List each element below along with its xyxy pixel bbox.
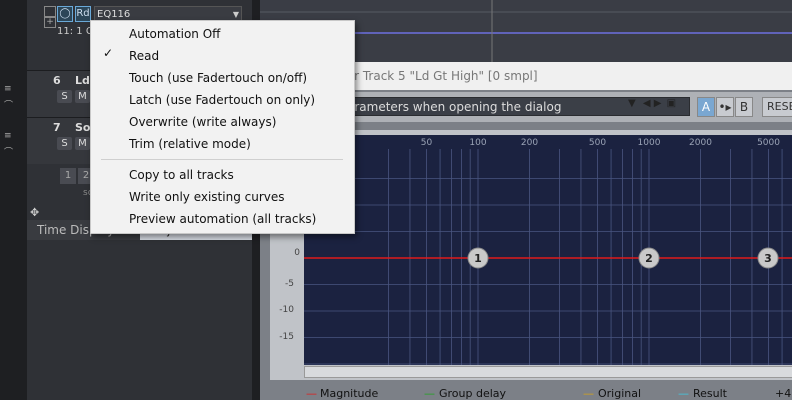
eq-band-node[interactable]: 1: [467, 247, 489, 269]
freq-tick-label: 50: [421, 138, 433, 148]
menu-item-trim[interactable]: Trim (relative mode): [129, 134, 251, 154]
ab-compare: A •▸ B: [697, 97, 754, 117]
automation-context-menu: Automation Off ✓ Read Touch (use Faderto…: [90, 20, 355, 234]
svg-text:1: 1: [474, 252, 482, 265]
graph-legend: — Magnitude — Group delay — Original — R…: [270, 382, 792, 400]
lines-icon[interactable]: ≡: [4, 84, 16, 94]
mute-button[interactable]: M: [75, 90, 90, 103]
freq-tick-label: 100: [469, 138, 486, 148]
result-swatch: —: [678, 387, 689, 400]
db-label: -15: [279, 332, 294, 342]
eq-graph[interactable]: 50 100 200 500 1000 2000 5000 1 2 3: [304, 135, 792, 365]
menu-item-copy-all[interactable]: Copy to all tracks: [129, 165, 234, 185]
menu-item-latch[interactable]: Latch (use Fadertouch on only): [129, 90, 315, 110]
menu-item-preview[interactable]: Preview automation (all tracks): [129, 209, 316, 229]
page-button[interactable]: 1: [60, 168, 76, 184]
menu-separator: [101, 159, 343, 160]
menu-item-touch[interactable]: Touch (use Fadertouch on/off): [129, 68, 307, 88]
save-icon[interactable]: ▣: [667, 98, 676, 109]
legend-result[interactable]: Result: [693, 387, 727, 400]
menu-item-read[interactable]: Read: [129, 46, 159, 66]
freq-tick-label: 200: [521, 138, 538, 148]
automation-icon[interactable]: ◯: [57, 6, 73, 22]
db-label: -5: [285, 279, 294, 289]
ab-swap-icon[interactable]: •▸: [716, 97, 734, 117]
magnitude-swatch: —: [306, 387, 317, 400]
menu-item-write-existing[interactable]: Write only existing curves: [129, 187, 285, 207]
legend-original[interactable]: Original: [598, 387, 641, 400]
curve-icon[interactable]: ⌒: [4, 98, 16, 111]
solo-button[interactable]: S: [57, 90, 72, 103]
legend-group-delay[interactable]: Group delay: [439, 387, 506, 400]
preset-nav: ▼ ◀ ▶ ▣: [628, 98, 676, 109]
track-6-name[interactable]: Ld: [75, 74, 90, 87]
eq-band-node[interactable]: 2: [638, 247, 660, 269]
freq-tick-label: 5000: [757, 138, 780, 148]
freq-tick-label: 2000: [689, 138, 712, 148]
left-sidebar: [0, 0, 27, 400]
curve-icon[interactable]: ⌒: [4, 145, 16, 158]
db-label: -10: [279, 305, 294, 315]
menu-item-automation-off[interactable]: Automation Off: [129, 24, 220, 44]
b-button[interactable]: B: [735, 97, 753, 117]
solo-button[interactable]: S: [57, 137, 72, 150]
horizontal-scrollbar[interactable]: [304, 366, 792, 378]
freq-tick-label: 500: [589, 138, 606, 148]
check-icon: ✓: [103, 46, 114, 60]
freq-tick-label: 1000: [638, 138, 661, 148]
move-icon[interactable]: ✥: [30, 206, 39, 219]
eq-band-node[interactable]: 3: [757, 247, 779, 269]
automation-mode-buttons: ◯ Rd: [57, 6, 93, 22]
read-mode-button[interactable]: Rd: [75, 6, 91, 22]
svg-text:3: 3: [764, 252, 772, 265]
svg-text:2: 2: [645, 252, 653, 265]
legend-extra: +45: [775, 387, 792, 400]
original-swatch: —: [583, 387, 594, 400]
expand-icon[interactable]: +: [44, 16, 56, 28]
db-label: 0: [294, 248, 300, 258]
prev-icon[interactable]: ◀: [643, 98, 651, 109]
lines-icon[interactable]: ≡: [4, 131, 16, 141]
legend-magnitude[interactable]: Magnitude: [320, 387, 378, 400]
chevron-down-icon[interactable]: ▼: [628, 98, 636, 109]
next-icon[interactable]: ▶: [654, 98, 662, 109]
menu-item-overwrite[interactable]: Overwrite (write always): [129, 112, 276, 132]
reset-button[interactable]: RESE: [762, 97, 792, 117]
a-button[interactable]: A: [697, 97, 715, 117]
group-delay-swatch: —: [424, 387, 435, 400]
automation-lane-label: 11: 1 C: [57, 26, 93, 37]
mute-button[interactable]: M: [75, 137, 90, 150]
